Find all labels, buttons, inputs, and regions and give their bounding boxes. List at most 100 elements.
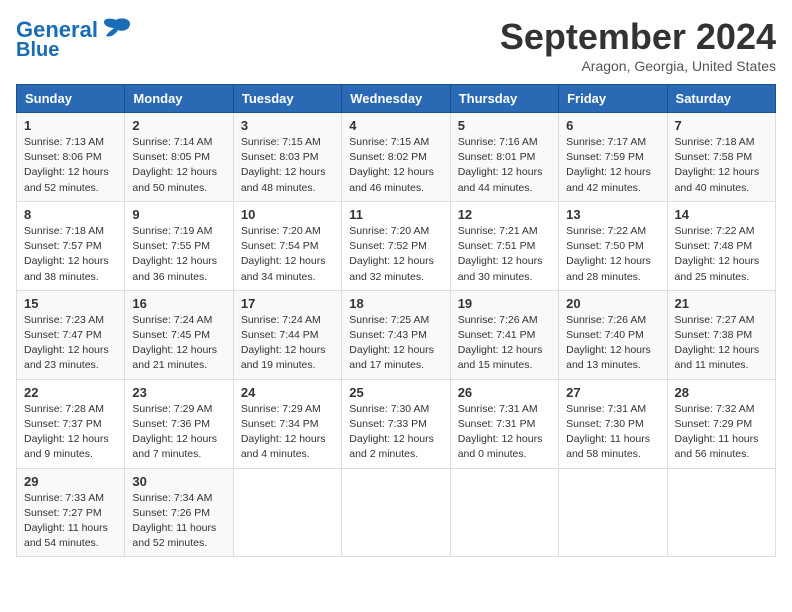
day-number: 15 — [24, 296, 117, 311]
table-row: 4 Sunrise: 7:15 AMSunset: 8:02 PMDayligh… — [342, 113, 450, 202]
calendar-week-row: 15 Sunrise: 7:23 AMSunset: 7:47 PMDaylig… — [17, 290, 776, 379]
col-monday: Monday — [125, 85, 233, 113]
day-info: Sunrise: 7:31 AMSunset: 7:30 PMDaylight:… — [566, 402, 659, 463]
day-info: Sunrise: 7:29 AMSunset: 7:36 PMDaylight:… — [132, 402, 225, 463]
day-number: 27 — [566, 385, 659, 400]
table-row: 7 Sunrise: 7:18 AMSunset: 7:58 PMDayligh… — [667, 113, 775, 202]
table-row: 19 Sunrise: 7:26 AMSunset: 7:41 PMDaylig… — [450, 290, 558, 379]
day-info: Sunrise: 7:34 AMSunset: 7:26 PMDaylight:… — [132, 491, 225, 552]
day-info: Sunrise: 7:31 AMSunset: 7:31 PMDaylight:… — [458, 402, 551, 463]
table-row: 25 Sunrise: 7:30 AMSunset: 7:33 PMDaylig… — [342, 379, 450, 468]
table-row: 1 Sunrise: 7:13 AMSunset: 8:06 PMDayligh… — [17, 113, 125, 202]
day-number: 21 — [675, 296, 768, 311]
day-info: Sunrise: 7:26 AMSunset: 7:40 PMDaylight:… — [566, 313, 659, 374]
day-info: Sunrise: 7:24 AMSunset: 7:44 PMDaylight:… — [241, 313, 334, 374]
day-number: 12 — [458, 207, 551, 222]
day-info: Sunrise: 7:25 AMSunset: 7:43 PMDaylight:… — [349, 313, 442, 374]
day-info: Sunrise: 7:20 AMSunset: 7:52 PMDaylight:… — [349, 224, 442, 285]
day-info: Sunrise: 7:18 AMSunset: 7:57 PMDaylight:… — [24, 224, 117, 285]
table-row: 17 Sunrise: 7:24 AMSunset: 7:44 PMDaylig… — [233, 290, 341, 379]
logo: General Blue — [16, 16, 132, 60]
table-row: 23 Sunrise: 7:29 AMSunset: 7:36 PMDaylig… — [125, 379, 233, 468]
day-number: 26 — [458, 385, 551, 400]
title-area: September 2024 Aragon, Georgia, United S… — [500, 16, 776, 74]
location: Aragon, Georgia, United States — [500, 58, 776, 74]
table-row: 12 Sunrise: 7:21 AMSunset: 7:51 PMDaylig… — [450, 201, 558, 290]
day-number: 8 — [24, 207, 117, 222]
day-info: Sunrise: 7:16 AMSunset: 8:01 PMDaylight:… — [458, 135, 551, 196]
day-number: 9 — [132, 207, 225, 222]
day-info: Sunrise: 7:15 AMSunset: 8:02 PMDaylight:… — [349, 135, 442, 196]
col-friday: Friday — [559, 85, 667, 113]
col-thursday: Thursday — [450, 85, 558, 113]
table-row — [342, 468, 450, 557]
day-info: Sunrise: 7:19 AMSunset: 7:55 PMDaylight:… — [132, 224, 225, 285]
col-tuesday: Tuesday — [233, 85, 341, 113]
table-row: 11 Sunrise: 7:20 AMSunset: 7:52 PMDaylig… — [342, 201, 450, 290]
day-number: 29 — [24, 474, 117, 489]
table-row: 6 Sunrise: 7:17 AMSunset: 7:59 PMDayligh… — [559, 113, 667, 202]
logo-text: General — [16, 19, 98, 41]
day-info: Sunrise: 7:21 AMSunset: 7:51 PMDaylight:… — [458, 224, 551, 285]
table-row: 21 Sunrise: 7:27 AMSunset: 7:38 PMDaylig… — [667, 290, 775, 379]
table-row: 3 Sunrise: 7:15 AMSunset: 8:03 PMDayligh… — [233, 113, 341, 202]
table-row — [667, 468, 775, 557]
day-info: Sunrise: 7:14 AMSunset: 8:05 PMDaylight:… — [132, 135, 225, 196]
day-number: 2 — [132, 118, 225, 133]
logo-bird-icon — [100, 16, 132, 44]
calendar-week-row: 22 Sunrise: 7:28 AMSunset: 7:37 PMDaylig… — [17, 379, 776, 468]
day-number: 28 — [675, 385, 768, 400]
day-info: Sunrise: 7:20 AMSunset: 7:54 PMDaylight:… — [241, 224, 334, 285]
day-number: 19 — [458, 296, 551, 311]
header: General Blue September 2024 Aragon, Geor… — [16, 16, 776, 74]
day-info: Sunrise: 7:18 AMSunset: 7:58 PMDaylight:… — [675, 135, 768, 196]
day-number: 16 — [132, 296, 225, 311]
table-row: 28 Sunrise: 7:32 AMSunset: 7:29 PMDaylig… — [667, 379, 775, 468]
day-number: 18 — [349, 296, 442, 311]
table-row: 9 Sunrise: 7:19 AMSunset: 7:55 PMDayligh… — [125, 201, 233, 290]
calendar-week-row: 8 Sunrise: 7:18 AMSunset: 7:57 PMDayligh… — [17, 201, 776, 290]
day-info: Sunrise: 7:24 AMSunset: 7:45 PMDaylight:… — [132, 313, 225, 374]
table-row: 2 Sunrise: 7:14 AMSunset: 8:05 PMDayligh… — [125, 113, 233, 202]
table-row: 13 Sunrise: 7:22 AMSunset: 7:50 PMDaylig… — [559, 201, 667, 290]
table-row — [450, 468, 558, 557]
day-info: Sunrise: 7:32 AMSunset: 7:29 PMDaylight:… — [675, 402, 768, 463]
day-info: Sunrise: 7:22 AMSunset: 7:48 PMDaylight:… — [675, 224, 768, 285]
day-number: 7 — [675, 118, 768, 133]
table-row: 27 Sunrise: 7:31 AMSunset: 7:30 PMDaylig… — [559, 379, 667, 468]
table-row: 5 Sunrise: 7:16 AMSunset: 8:01 PMDayligh… — [450, 113, 558, 202]
logo-blue: Blue — [16, 40, 59, 60]
day-number: 6 — [566, 118, 659, 133]
day-info: Sunrise: 7:15 AMSunset: 8:03 PMDaylight:… — [241, 135, 334, 196]
calendar-week-row: 29 Sunrise: 7:33 AMSunset: 7:27 PMDaylig… — [17, 468, 776, 557]
day-number: 13 — [566, 207, 659, 222]
table-row — [233, 468, 341, 557]
month-title: September 2024 — [500, 16, 776, 58]
day-number: 23 — [132, 385, 225, 400]
day-number: 10 — [241, 207, 334, 222]
table-row: 8 Sunrise: 7:18 AMSunset: 7:57 PMDayligh… — [17, 201, 125, 290]
col-sunday: Sunday — [17, 85, 125, 113]
calendar-week-row: 1 Sunrise: 7:13 AMSunset: 8:06 PMDayligh… — [17, 113, 776, 202]
day-info: Sunrise: 7:13 AMSunset: 8:06 PMDaylight:… — [24, 135, 117, 196]
day-number: 24 — [241, 385, 334, 400]
calendar-header-row: Sunday Monday Tuesday Wednesday Thursday… — [17, 85, 776, 113]
table-row: 14 Sunrise: 7:22 AMSunset: 7:48 PMDaylig… — [667, 201, 775, 290]
day-info: Sunrise: 7:33 AMSunset: 7:27 PMDaylight:… — [24, 491, 117, 552]
day-number: 20 — [566, 296, 659, 311]
day-info: Sunrise: 7:17 AMSunset: 7:59 PMDaylight:… — [566, 135, 659, 196]
day-number: 5 — [458, 118, 551, 133]
table-row — [559, 468, 667, 557]
day-number: 14 — [675, 207, 768, 222]
day-number: 11 — [349, 207, 442, 222]
table-row: 24 Sunrise: 7:29 AMSunset: 7:34 PMDaylig… — [233, 379, 341, 468]
day-info: Sunrise: 7:23 AMSunset: 7:47 PMDaylight:… — [24, 313, 117, 374]
calendar: Sunday Monday Tuesday Wednesday Thursday… — [16, 84, 776, 557]
table-row: 29 Sunrise: 7:33 AMSunset: 7:27 PMDaylig… — [17, 468, 125, 557]
day-info: Sunrise: 7:28 AMSunset: 7:37 PMDaylight:… — [24, 402, 117, 463]
day-number: 17 — [241, 296, 334, 311]
table-row: 18 Sunrise: 7:25 AMSunset: 7:43 PMDaylig… — [342, 290, 450, 379]
table-row: 22 Sunrise: 7:28 AMSunset: 7:37 PMDaylig… — [17, 379, 125, 468]
day-info: Sunrise: 7:30 AMSunset: 7:33 PMDaylight:… — [349, 402, 442, 463]
day-number: 4 — [349, 118, 442, 133]
